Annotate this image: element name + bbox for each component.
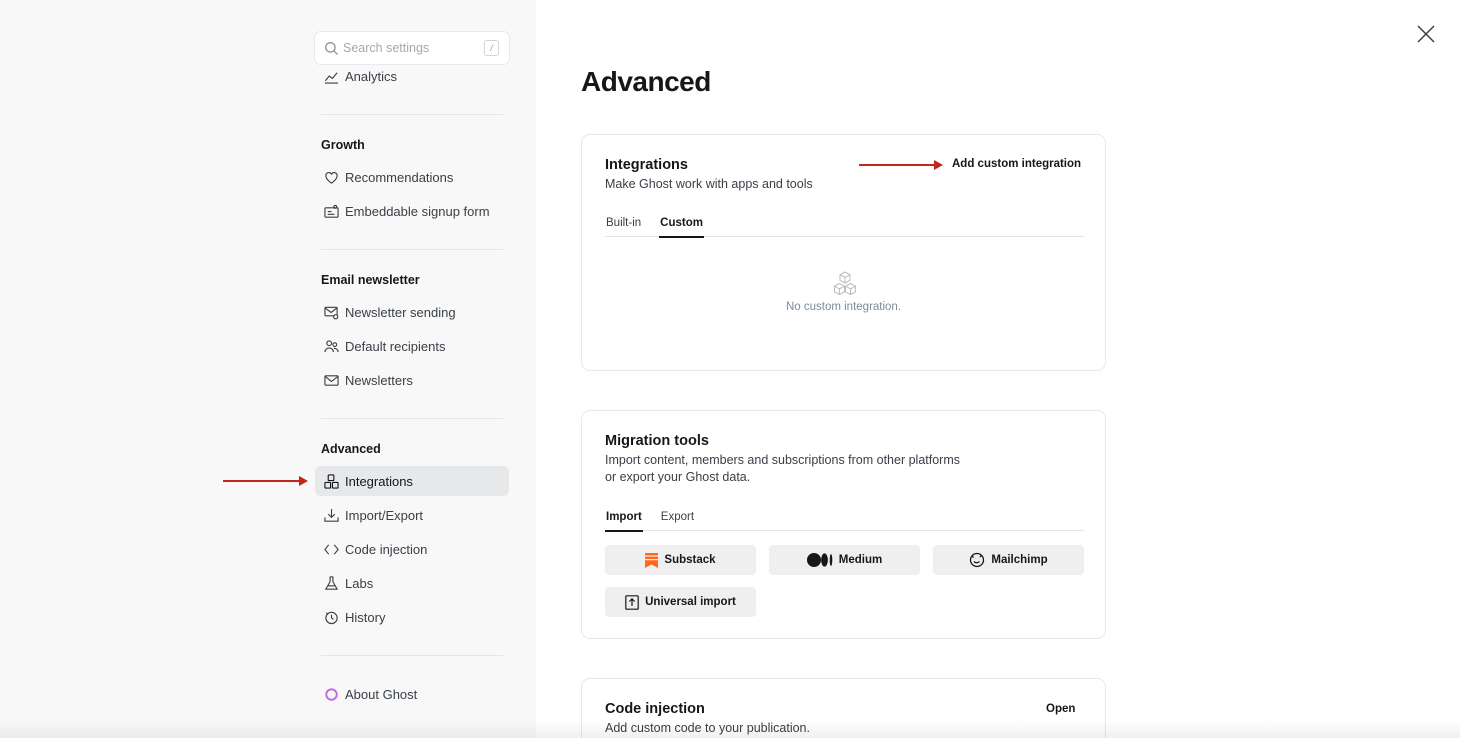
migration-description-line2: or export your Ghost data. — [605, 470, 751, 484]
sidebar-item-label: Integrations — [345, 473, 413, 489]
mailchimp-import-button[interactable]: Mailchimp — [933, 545, 1084, 575]
signup-form-icon — [324, 204, 339, 218]
close-icon — [1417, 25, 1435, 43]
search-box[interactable]: / — [314, 31, 510, 65]
upload-file-icon — [625, 594, 639, 610]
group-title-growth: Growth — [321, 138, 365, 152]
sidebar-divider — [321, 418, 503, 419]
sidebar-item-label: History — [345, 609, 386, 625]
migration-tabs: Import Export — [605, 506, 1084, 532]
integrations-icon — [324, 473, 339, 489]
empty-state-text: No custom integration. — [785, 301, 902, 313]
sidebar-item-label: Code injection — [345, 541, 428, 557]
button-label: Medium — [838, 554, 883, 566]
sidebar-item-history[interactable]: History — [315, 602, 509, 632]
tab-built-in[interactable]: Built-in — [605, 212, 642, 237]
integrations-description: Make Ghost work with apps and tools — [605, 177, 813, 191]
tab-custom[interactable]: Custom — [659, 212, 704, 238]
sidebar-item-default-recipients[interactable]: Default recipients — [315, 331, 509, 361]
button-label: Substack — [664, 554, 716, 566]
sidebar-item-label: Embeddable signup form — [345, 203, 490, 219]
settings-sidebar: / Analytics Growth Recommendations Embed… — [0, 0, 536, 738]
sidebar-item-analytics[interactable]: Analytics — [315, 61, 509, 91]
integrations-title: Integrations — [605, 157, 688, 173]
search-icon — [325, 41, 339, 55]
code-icon — [324, 543, 339, 555]
code-injection-card: Code injection Add custom code to your p… — [581, 678, 1106, 738]
medium-icon — [806, 553, 833, 567]
history-icon — [325, 611, 338, 624]
code-injection-title: Code injection — [605, 701, 705, 717]
flask-icon — [324, 575, 339, 590]
sidebar-item-integrations[interactable]: Integrations — [315, 466, 509, 496]
download-icon — [324, 508, 339, 522]
sidebar-item-labs[interactable]: Labs — [315, 568, 509, 598]
migration-title: Migration tools — [605, 433, 709, 449]
annotation-arrow — [859, 160, 943, 170]
sidebar-item-code-injection[interactable]: Code injection — [315, 534, 509, 564]
sidebar-item-label: Recommendations — [345, 169, 454, 185]
group-title-advanced: Advanced — [321, 442, 381, 456]
sidebar-divider — [321, 249, 503, 250]
substack-import-button[interactable]: Substack — [605, 545, 756, 575]
tab-import[interactable]: Import — [605, 506, 643, 532]
button-label: Mailchimp — [991, 554, 1048, 566]
integrations-tabs: Built-in Custom — [605, 212, 1084, 238]
envelope-icon — [324, 374, 339, 386]
code-injection-description: Add custom code to your publication. — [605, 721, 810, 735]
cubes-icon — [834, 271, 856, 296]
sidebar-item-label: Newsletter sending — [345, 304, 456, 320]
sidebar-divider — [321, 114, 503, 115]
sidebar-item-newsletter-sending[interactable]: Newsletter sending — [315, 297, 509, 327]
annotation-arrow — [223, 476, 308, 486]
search-input[interactable] — [343, 41, 473, 55]
users-icon — [324, 339, 339, 352]
heart-icon — [325, 171, 338, 184]
substack-icon — [645, 552, 659, 568]
ghost-ring-icon — [325, 687, 338, 701]
universal-import-button[interactable]: Universal import — [605, 587, 756, 617]
sidebar-item-label: Analytics — [345, 68, 398, 84]
sidebar-item-label: Labs — [345, 575, 374, 591]
sidebar-divider — [321, 655, 503, 656]
migration-description-line1: Import content, members and subscription… — [605, 453, 961, 467]
sidebar-item-label: About Ghost — [345, 686, 418, 702]
mail-settings-icon — [324, 306, 339, 319]
sidebar-item-about-ghost[interactable]: About Ghost — [315, 679, 509, 709]
sidebar-item-label: Newsletters — [345, 372, 413, 388]
sidebar-item-label: Default recipients — [345, 338, 446, 354]
sidebar-item-label: Import/Export — [345, 507, 424, 523]
sidebar-item-import-export[interactable]: Import/Export — [315, 500, 509, 530]
button-label: Universal import — [645, 596, 736, 608]
sidebar-item-embeddable-signup-form[interactable]: Embeddable signup form — [315, 196, 509, 226]
code-injection-open-button[interactable]: Open — [1046, 703, 1075, 715]
sidebar-item-recommendations[interactable]: Recommendations — [315, 162, 509, 192]
group-title-email-newsletter: Email newsletter — [321, 273, 420, 287]
integrations-card: Integrations Make Ghost work with apps a… — [581, 134, 1106, 371]
migration-tools-card: Migration tools Import content, members … — [581, 410, 1106, 639]
analytics-icon — [324, 71, 339, 84]
search-shortcut-key: / — [484, 40, 499, 56]
mailchimp-icon — [970, 552, 985, 568]
medium-import-button[interactable]: Medium — [769, 545, 920, 575]
page-title: Advanced — [581, 66, 711, 97]
tab-export[interactable]: Export — [660, 506, 695, 531]
close-settings-button[interactable] — [1415, 23, 1437, 45]
sidebar-item-newsletters[interactable]: Newsletters — [315, 365, 509, 395]
add-custom-integration-button[interactable]: Add custom integration — [952, 158, 1081, 170]
